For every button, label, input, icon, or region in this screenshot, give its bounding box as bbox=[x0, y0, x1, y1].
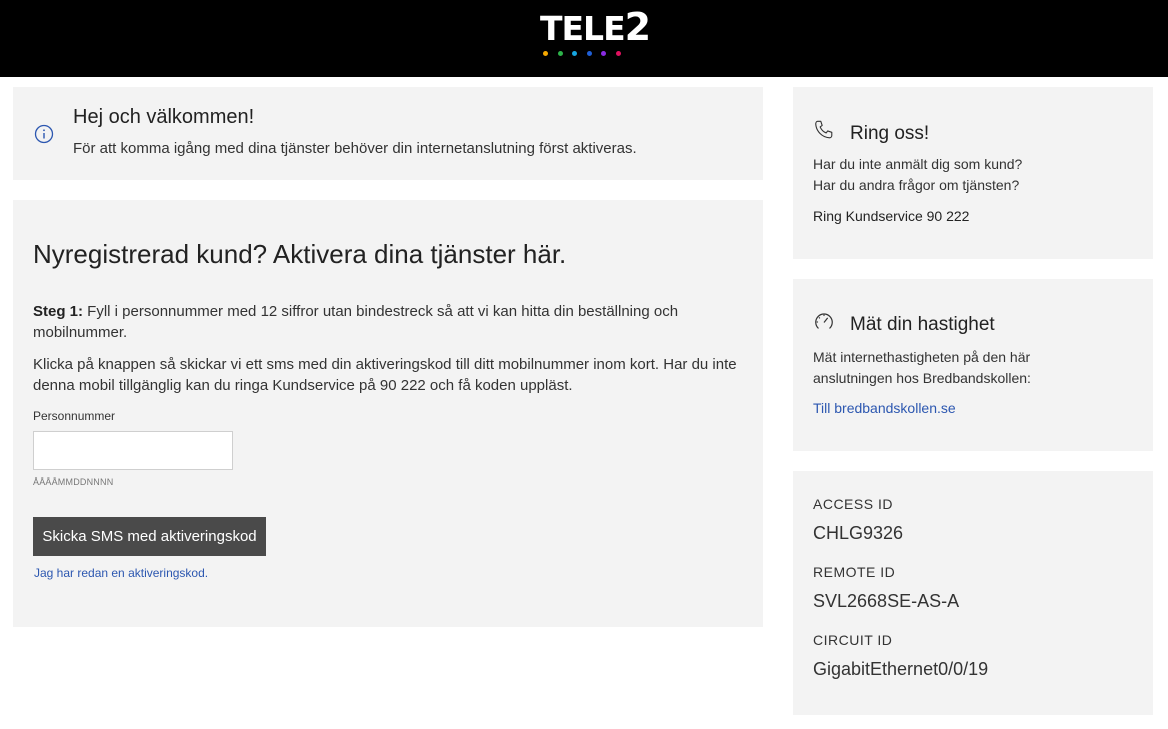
have-code-link[interactable]: Jag har redan en aktiveringskod. bbox=[34, 566, 208, 580]
step1-text: Fyll i personnummer med 12 siffror utan … bbox=[33, 303, 679, 341]
activation-panel: Nyregistrerad kund? Aktivera dina tjänst… bbox=[13, 200, 763, 627]
activation-title: Nyregistrerad kund? Aktivera dina tjänst… bbox=[33, 239, 567, 269]
logo-dot bbox=[615, 51, 621, 56]
contact-question-1: Har du inte anmält dig som kund? bbox=[813, 156, 1023, 172]
speed-test-title: Mät din hastighet bbox=[850, 314, 995, 335]
remote-id-label: REMOTE ID bbox=[813, 564, 896, 580]
logo-dot bbox=[557, 51, 563, 56]
info-icon bbox=[34, 124, 54, 144]
welcome-panel: Hej och välkommen! För att komma igång m… bbox=[13, 87, 763, 180]
access-id-label: ACCESS ID bbox=[813, 496, 893, 512]
step1-label: Steg 1: bbox=[33, 303, 84, 320]
access-id-value: CHLG9326 bbox=[813, 523, 904, 543]
welcome-text: För att komma igång med dina tjänster be… bbox=[73, 140, 637, 157]
contact-title: Ring oss! bbox=[850, 123, 930, 144]
logo-dot bbox=[586, 51, 592, 56]
welcome-title: Hej och välkommen! bbox=[73, 106, 255, 128]
step2-instructions: Klicka på knappen så skickar vi ett sms … bbox=[33, 356, 737, 394]
customer-service-number: Ring Kundservice 90 222 bbox=[813, 208, 970, 224]
speed-test-text: Mät internethastigheten på den här anslu… bbox=[813, 349, 1031, 386]
site-header: TELE2 bbox=[0, 0, 1168, 77]
logo-text: TELE2 bbox=[540, 6, 651, 50]
phone-icon bbox=[815, 120, 833, 139]
logo-dot bbox=[572, 51, 577, 56]
logo-dots bbox=[543, 51, 621, 56]
contact-panel: Ring oss! Har du inte anmält dig som kun… bbox=[793, 87, 1153, 259]
step1-instructions: Steg 1: Fyll i personnummer med 12 siffr… bbox=[33, 301, 733, 343]
personnummer-input[interactable] bbox=[33, 431, 233, 470]
logo-digit: 2 bbox=[624, 5, 651, 49]
logo-dot bbox=[543, 51, 548, 56]
tele2-logo[interactable]: TELE2 bbox=[540, 6, 651, 62]
personnummer-format-hint: ÅÅÅÅMMDDNNNN bbox=[33, 477, 114, 487]
bredbandskollen-link[interactable]: Till bredbandskollen.se bbox=[813, 400, 956, 416]
logo-letters: TELE bbox=[540, 9, 626, 48]
contact-question-2: Har du andra frågor om tjänsten? bbox=[813, 177, 1020, 193]
circuit-id-label: CIRCUIT ID bbox=[813, 632, 893, 648]
remote-id-value: SVL2668SE-AS-A bbox=[813, 591, 960, 611]
logo-dot bbox=[601, 51, 606, 56]
connection-ids-panel: ACCESS ID CHLG9326 REMOTE ID SVL2668SE-A… bbox=[793, 471, 1153, 715]
speedometer-icon bbox=[815, 313, 833, 329]
speed-test-panel: Mät din hastighet Mät internethastighete… bbox=[793, 279, 1153, 451]
personnummer-label: Personnummer bbox=[33, 409, 116, 423]
circuit-id-value: GigabitEthernet0/0/19 bbox=[813, 659, 989, 679]
send-sms-button[interactable]: Skicka SMS med aktiveringskod bbox=[33, 517, 266, 556]
